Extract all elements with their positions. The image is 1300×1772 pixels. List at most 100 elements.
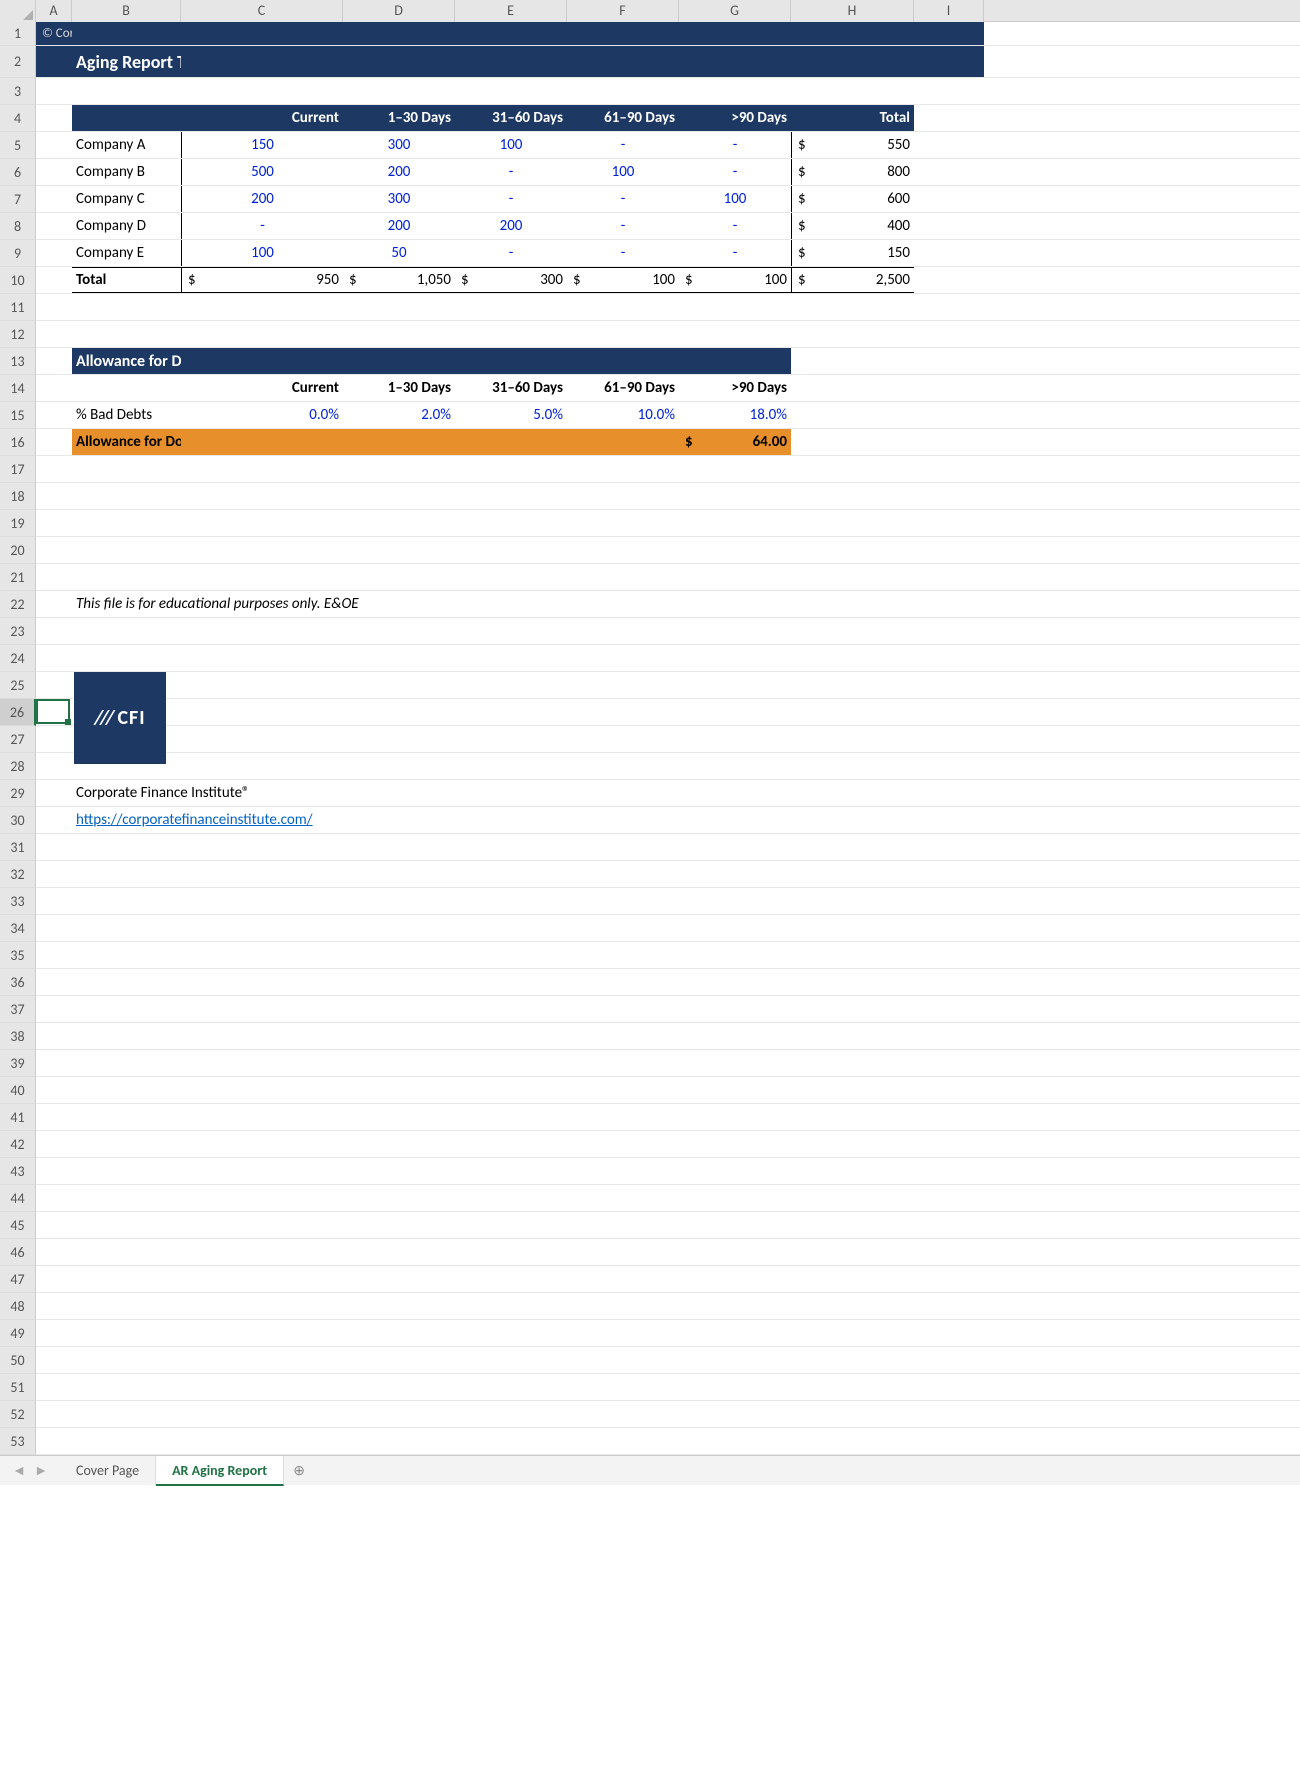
row-header-21[interactable]: 21 [0, 564, 36, 591]
row-header-16[interactable]: 16 [0, 429, 36, 456]
aging-value[interactable]: 300 [343, 186, 455, 212]
row-header-23[interactable]: 23 [0, 618, 36, 645]
aging-value[interactable]: - [567, 213, 679, 239]
sheet-tab[interactable]: Cover Page [60, 1456, 156, 1486]
row-header-38[interactable]: 38 [0, 1023, 36, 1050]
aging-value[interactable]: - [679, 159, 791, 185]
row-header-27[interactable]: 27 [0, 726, 36, 753]
aging-value[interactable]: - [679, 213, 791, 239]
aging-value[interactable]: 500 [181, 159, 343, 185]
row-header-28[interactable]: 28 [0, 753, 36, 780]
row-header-30[interactable]: 30 [0, 807, 36, 834]
column-header-D[interactable]: D [343, 0, 455, 22]
row-header-5[interactable]: 5 [0, 132, 36, 159]
aging-value[interactable]: - [679, 240, 791, 266]
aging-value[interactable]: 100 [181, 240, 343, 266]
company-url-link[interactable]: https://corporatefinanceinstitute.com/ [72, 807, 181, 833]
cell-grid[interactable]: © Corporate Finance Institute®. All righ… [36, 22, 1300, 1455]
aging-value[interactable]: - [567, 240, 679, 266]
row-header-17[interactable]: 17 [0, 456, 36, 483]
row-header-37[interactable]: 37 [0, 996, 36, 1023]
row-header-20[interactable]: 20 [0, 537, 36, 564]
row-header-12[interactable]: 12 [0, 321, 36, 348]
row-header-3[interactable]: 3 [0, 78, 36, 105]
row-header-13[interactable]: 13 [0, 348, 36, 375]
aging-value[interactable]: 200 [181, 186, 343, 212]
row-header-18[interactable]: 18 [0, 483, 36, 510]
column-header-C[interactable]: C [181, 0, 343, 22]
row-header-45[interactable]: 45 [0, 1212, 36, 1239]
row-header-19[interactable]: 19 [0, 510, 36, 537]
row-header-46[interactable]: 46 [0, 1239, 36, 1266]
row-header-2[interactable]: 2 [0, 46, 36, 78]
aging-value[interactable]: 100 [679, 186, 791, 212]
bad-debts-value[interactable]: 18.0% [679, 402, 791, 428]
row-header-26[interactable]: 26 [0, 699, 36, 726]
column-header-A[interactable]: A [36, 0, 72, 22]
row-header-11[interactable]: 11 [0, 294, 36, 321]
row-header-4[interactable]: 4 [0, 105, 36, 132]
aging-value[interactable]: - [455, 240, 567, 266]
row-header-14[interactable]: 14 [0, 375, 36, 402]
aging-value[interactable]: 100 [455, 132, 567, 158]
row-header-15[interactable]: 15 [0, 402, 36, 429]
aging-value[interactable]: - [567, 132, 679, 158]
bad-debts-value[interactable]: 2.0% [343, 402, 455, 428]
column-header-F[interactable]: F [567, 0, 679, 22]
row-header-32[interactable]: 32 [0, 861, 36, 888]
select-all-corner[interactable] [0, 0, 36, 22]
row-header-53[interactable]: 53 [0, 1428, 36, 1455]
row-header-39[interactable]: 39 [0, 1050, 36, 1077]
aging-value[interactable]: 200 [343, 213, 455, 239]
tab-prev-icon[interactable]: ◄ [12, 1462, 26, 1479]
column-header-G[interactable]: G [679, 0, 791, 22]
row-header-35[interactable]: 35 [0, 942, 36, 969]
row-header-48[interactable]: 48 [0, 1293, 36, 1320]
row-header-29[interactable]: 29 [0, 780, 36, 807]
aging-value[interactable]: - [679, 132, 791, 158]
aging-value[interactable]: 300 [343, 132, 455, 158]
bad-debts-value[interactable]: 5.0% [455, 402, 567, 428]
row-header-50[interactable]: 50 [0, 1347, 36, 1374]
aging-value[interactable]: 200 [343, 159, 455, 185]
aging-value[interactable]: 100 [567, 159, 679, 185]
add-sheet-button[interactable]: ⊕ [284, 1462, 314, 1479]
aging-value[interactable]: - [181, 213, 343, 239]
aging-value[interactable]: - [455, 159, 567, 185]
aging-value[interactable]: - [567, 186, 679, 212]
row-header-43[interactable]: 43 [0, 1158, 36, 1185]
row-header-22[interactable]: 22 [0, 591, 36, 618]
row-header-31[interactable]: 31 [0, 834, 36, 861]
row-header-40[interactable]: 40 [0, 1077, 36, 1104]
aging-value[interactable]: 150 [181, 132, 343, 158]
tab-next-icon[interactable]: ► [34, 1462, 48, 1479]
row-header-42[interactable]: 42 [0, 1131, 36, 1158]
row-header-51[interactable]: 51 [0, 1374, 36, 1401]
row-header-36[interactable]: 36 [0, 969, 36, 996]
row-header-34[interactable]: 34 [0, 915, 36, 942]
column-header-H[interactable]: H [791, 0, 914, 22]
row-header-24[interactable]: 24 [0, 645, 36, 672]
aging-value[interactable]: 50 [343, 240, 455, 266]
aging-value[interactable]: 200 [455, 213, 567, 239]
bad-debts-value[interactable]: 10.0% [567, 402, 679, 428]
aging-value[interactable]: - [455, 186, 567, 212]
row-header-25[interactable]: 25 [0, 672, 36, 699]
row-header-8[interactable]: 8 [0, 213, 36, 240]
row-header-33[interactable]: 33 [0, 888, 36, 915]
row-header-44[interactable]: 44 [0, 1185, 36, 1212]
row-header-52[interactable]: 52 [0, 1401, 36, 1428]
row-header-47[interactable]: 47 [0, 1266, 36, 1293]
row-header-1[interactable]: 1 [0, 22, 36, 46]
row-header-49[interactable]: 49 [0, 1320, 36, 1347]
bad-debts-value[interactable]: 0.0% [181, 402, 343, 428]
column-header-E[interactable]: E [455, 0, 567, 22]
row-header-9[interactable]: 9 [0, 240, 36, 267]
row-header-41[interactable]: 41 [0, 1104, 36, 1131]
tab-nav[interactable]: ◄ ► [0, 1462, 60, 1479]
row-header-7[interactable]: 7 [0, 186, 36, 213]
row-header-6[interactable]: 6 [0, 159, 36, 186]
column-header-B[interactable]: B [72, 0, 181, 22]
sheet-tab[interactable]: AR Aging Report [156, 1456, 284, 1486]
row-header-10[interactable]: 10 [0, 267, 36, 294]
